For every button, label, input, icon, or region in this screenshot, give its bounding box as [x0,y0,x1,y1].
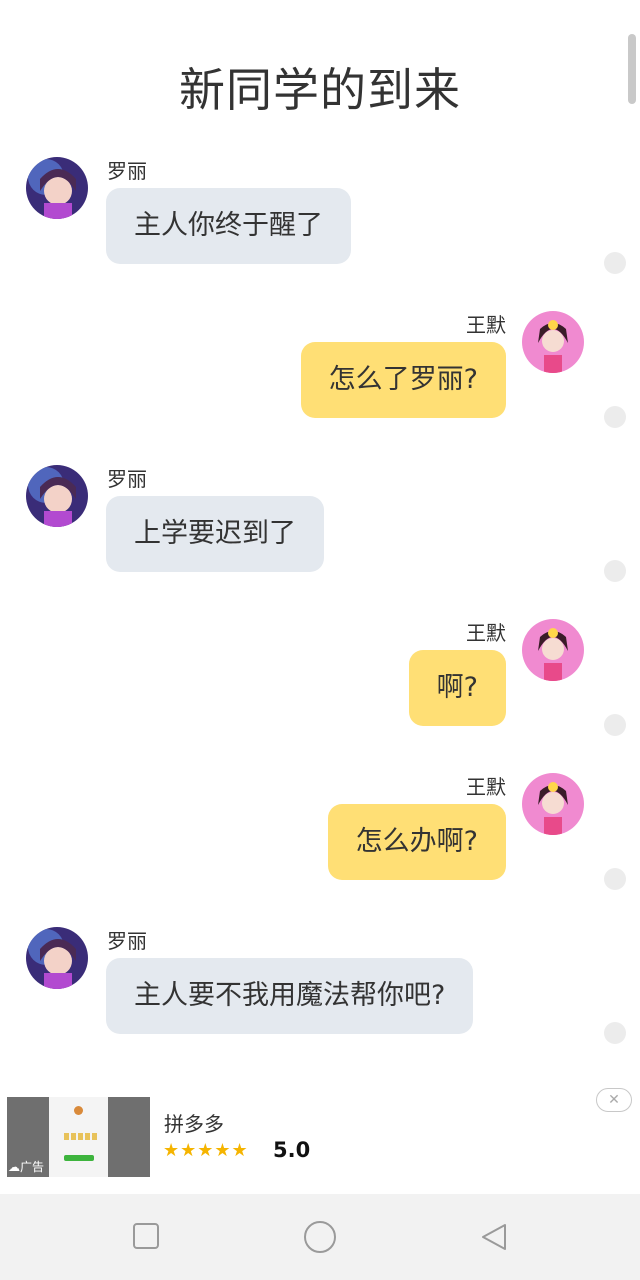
avatar[interactable] [522,619,584,681]
ad-rating: 5.0 [273,1138,311,1162]
sender-name: 罗丽 [107,467,147,491]
sender-name: 王默 [466,621,506,645]
sender-name: 罗丽 [107,929,147,953]
avatar[interactable] [26,157,88,219]
avatar[interactable] [26,927,88,989]
status-dot [604,1022,626,1044]
square-icon[interactable] [132,1222,160,1250]
status-dot [604,560,626,582]
message-bubble[interactable]: 怎么办啊? [327,804,506,880]
ad-banner[interactable]: ☁广告 拼多多 ★★★★★ 5.0 ✕ [0,1082,640,1194]
message-bubble[interactable]: 怎么了罗丽? [300,342,506,418]
avatar[interactable] [522,311,584,373]
navigation-bar [0,1194,640,1280]
status-dot [604,868,626,890]
message-bubble[interactable]: 主人你终于醒了 [106,188,351,264]
status-dot [604,252,626,274]
sender-name: 王默 [466,775,506,799]
close-icon[interactable]: ✕ [596,1088,632,1112]
avatar[interactable] [26,465,88,527]
ad-screenshot [49,1097,108,1177]
status-dot [604,406,626,428]
chat-area[interactable]: 新同学的到来 罗丽 主人你终于醒了 王默 怎么了罗丽? 罗丽 上学要迟到了 王默… [0,0,640,1082]
triangle-back-icon[interactable] [479,1222,509,1252]
ad-app-name[interactable]: 拼多多 [164,1108,224,1137]
ad-thumbnail[interactable]: ☁广告 [7,1097,150,1177]
ad-badge: ☁广告 [8,1160,45,1174]
message-bubble[interactable]: 啊? [408,650,506,726]
status-dot [604,714,626,736]
message-bubble[interactable]: 主人要不我用魔法帮你吧? [106,958,474,1034]
page-title: 新同学的到来 [179,63,461,117]
circle-icon[interactable] [303,1220,337,1254]
sender-name: 王默 [466,313,506,337]
star-rating-icon: ★★★★★ [163,1140,249,1161]
sender-name: 罗丽 [107,159,147,183]
message-bubble[interactable]: 上学要迟到了 [106,496,324,572]
avatar[interactable] [522,773,584,835]
